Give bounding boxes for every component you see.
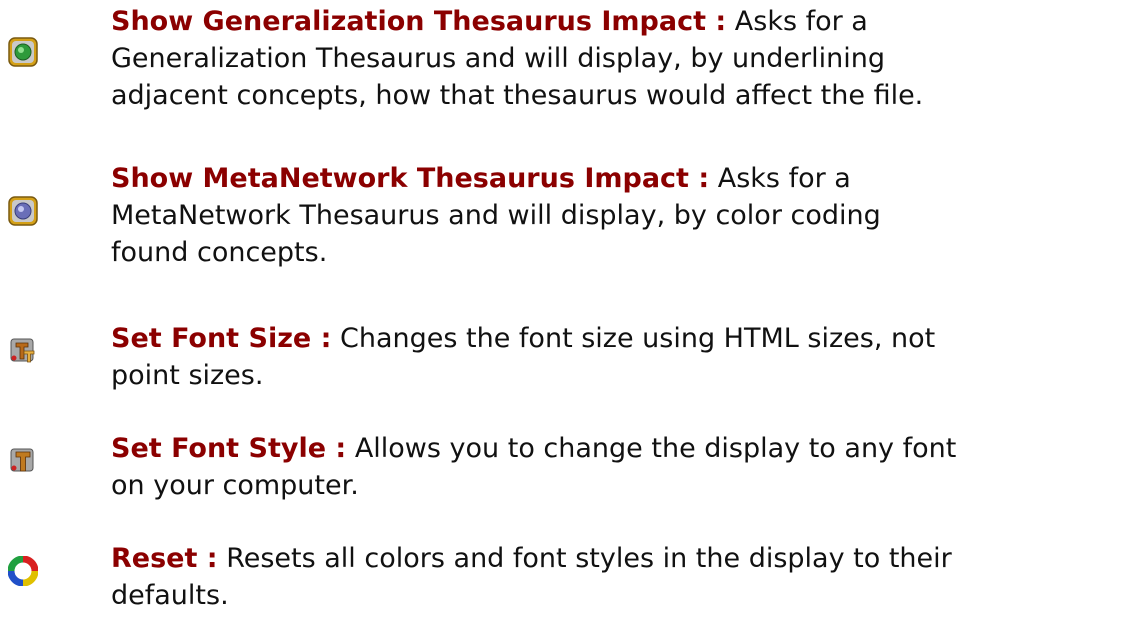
item-term: Show Generalization Thesaurus Impact : — [111, 6, 727, 37]
item-description: Resets all colors and font styles in the… — [226, 543, 952, 574]
item-description: Asks for a — [734, 6, 868, 37]
list-item: Show MetaNetwork Thesaurus Impact : Asks… — [0, 160, 1126, 300]
font-style-icon[interactable] — [8, 444, 38, 474]
item-description: adjacent concepts, how that thesaurus wo… — [111, 80, 924, 111]
item-description: point sizes. — [111, 360, 264, 391]
item-term: Set Font Size : — [111, 323, 332, 354]
metanetwork-thesaurus-impact-icon[interactable] — [8, 196, 38, 226]
item-description: on your computer. — [111, 470, 359, 501]
item-description: Changes the font size using HTML sizes, … — [340, 323, 936, 354]
item-description: found concepts. — [111, 237, 328, 268]
item-description: Allows you to change the display to any … — [354, 433, 957, 464]
item-description: MetaNetwork Thesaurus and will display, … — [111, 200, 881, 231]
font-size-icon[interactable] — [8, 334, 38, 364]
list-item: Set Font Style : Allows you to change th… — [0, 430, 1126, 520]
list-item: Reset : Resets all colors and font style… — [0, 540, 1126, 630]
item-term: Show MetaNetwork Thesaurus Impact : — [111, 163, 710, 194]
reset-icon[interactable] — [8, 556, 38, 586]
item-description: Asks for a — [717, 163, 851, 194]
item-term: Set Font Style : — [111, 433, 347, 464]
list-item: Set Font Size : Changes the font size us… — [0, 320, 1126, 410]
item-description: defaults. — [111, 580, 229, 611]
generalization-thesaurus-impact-icon[interactable] — [8, 37, 38, 67]
item-term: Reset : — [111, 543, 218, 574]
item-description: Generalization Thesaurus and will displa… — [111, 43, 885, 74]
list-item: Show Generalization Thesaurus Impact : A… — [0, 0, 1126, 140]
